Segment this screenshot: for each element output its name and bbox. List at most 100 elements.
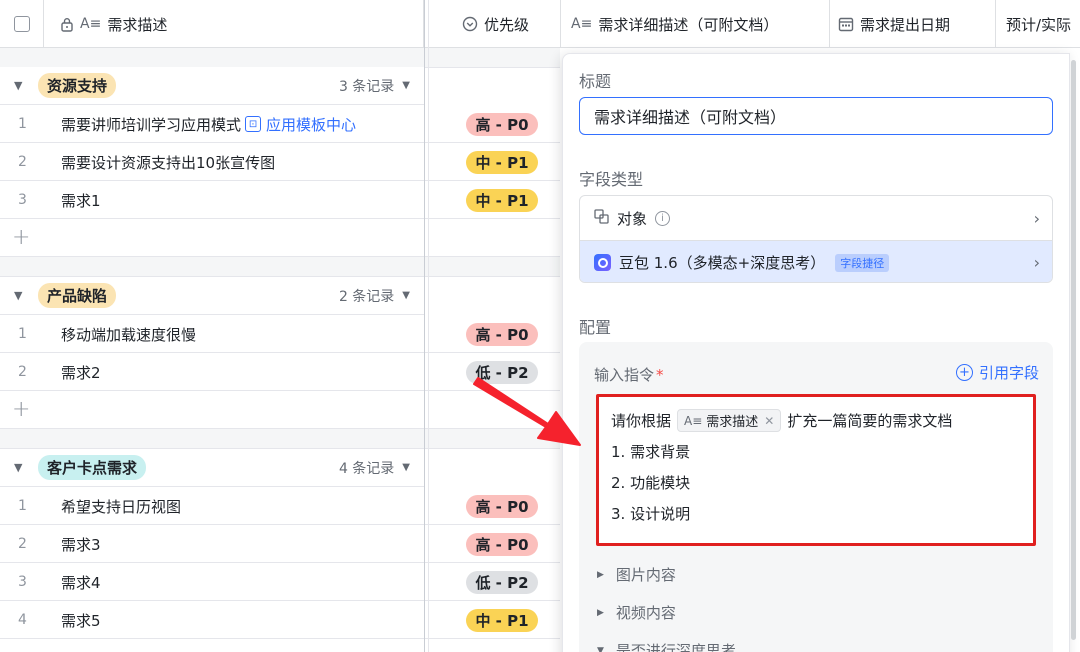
- group-header-resource[interactable]: ▼ 资源支持 3 条记录 ▼: [0, 67, 424, 105]
- instruction-input[interactable]: 请你根据 A≡ 需求描述 ✕ 扩充一篇简要的需求文档 1. 需求背景 2. 功能…: [596, 394, 1036, 546]
- priority-badge: 高 - P0: [466, 533, 538, 556]
- priority-badge: 高 - P0: [466, 495, 538, 518]
- field-type-object[interactable]: 对象 i ›: [580, 196, 1052, 240]
- caret-down-icon[interactable]: ▼: [14, 461, 22, 474]
- add-record-row[interactable]: +: [0, 219, 560, 257]
- table-row[interactable]: 3 需求1 中 - P1: [0, 181, 560, 219]
- row-number: 4: [18, 612, 27, 628]
- priority-badge: 中 - P1: [466, 609, 538, 632]
- row-desc: 需求2: [61, 363, 101, 382]
- field-type-selector: 对象 i › 豆包 1.6（多模态+深度思考） 字段捷径 ›: [579, 195, 1053, 283]
- caret-down-icon[interactable]: ▼: [14, 79, 22, 92]
- column-header-estimate-label: 预计/实际: [1006, 15, 1072, 34]
- chevron-right-icon: ›: [1033, 208, 1040, 228]
- column-header-date[interactable]: 需求提出日期: [830, 0, 996, 48]
- group-count-label: 4 条记录: [338, 460, 395, 477]
- field-title-input[interactable]: 需求详细描述（可附文档）: [579, 97, 1053, 135]
- table-row[interactable]: 1 希望支持日历视图 高 - P0: [0, 487, 560, 525]
- table-row[interactable]: 2 需要设计资源支持出10张宣传图 中 - P1: [0, 143, 560, 181]
- column-header-date-label: 需求提出日期: [860, 15, 951, 34]
- plus-icon[interactable]: +: [12, 225, 30, 250]
- column-header-desc[interactable]: A≡ 需求描述: [44, 0, 424, 48]
- calendar-icon: [838, 16, 854, 32]
- group-count[interactable]: 2 条记录 ▼: [339, 286, 410, 306]
- column-header-estimate[interactable]: 预计/实际: [996, 0, 1080, 48]
- field-type-ai-doubao[interactable]: 豆包 1.6（多模态+深度思考） 字段捷径 ›: [580, 240, 1052, 282]
- reference-field-button[interactable]: + 引用字段: [955, 362, 1039, 383]
- group-spacer: [0, 48, 560, 68]
- row-number: 1: [18, 498, 27, 514]
- column-header-detail[interactable]: A≡ 需求详细描述（可附文档）: [561, 0, 830, 48]
- group-count[interactable]: 3 条记录 ▼: [339, 76, 410, 96]
- dropdown-icon: ▼: [402, 462, 410, 473]
- row-desc: 需求1: [61, 191, 101, 210]
- caret-right-icon: ▶: [597, 607, 604, 618]
- row-desc: 移动端加载速度很慢: [61, 325, 197, 344]
- caret-down-icon: ▼: [597, 645, 604, 652]
- table-row[interactable]: 4 需求5 中 - P1: [0, 601, 560, 639]
- caret-down-icon[interactable]: ▼: [14, 289, 22, 302]
- dropdown-icon: ▼: [402, 80, 410, 91]
- table-row[interactable]: 1 需要讲师培训学习应用模式 ⊡ 应用模板中心 高 - P0: [0, 105, 560, 143]
- field-shortcut-tag: 字段捷径: [835, 253, 890, 272]
- dropdown-icon: ▼: [402, 290, 410, 301]
- add-record-row[interactable]: +: [0, 391, 560, 429]
- select-all-checkbox[interactable]: [13, 16, 30, 32]
- priority-badge: 高 - P0: [466, 323, 538, 346]
- text-field-icon: A≡: [571, 16, 593, 32]
- group-header-customer[interactable]: ▼ 客户卡点需求 4 条记录 ▼: [0, 449, 424, 487]
- row-desc: 需求5: [61, 611, 101, 630]
- remove-chip-icon[interactable]: ✕: [764, 414, 774, 428]
- image-content-toggle[interactable]: ▶ 图片内容: [597, 564, 676, 585]
- group-count[interactable]: 4 条记录 ▼: [339, 458, 410, 478]
- field-type-ai-label: 豆包 1.6（多模态+深度思考）: [619, 254, 826, 272]
- template-center-link[interactable]: ⊡ 应用模板中心: [245, 114, 356, 135]
- group-tag: 客户卡点需求: [38, 455, 147, 480]
- row-desc-text: 需要讲师培训学习应用模式: [61, 115, 242, 134]
- row-number: 1: [18, 326, 27, 342]
- video-content-label: 视频内容: [615, 604, 676, 622]
- row-desc: 希望支持日历视图: [61, 497, 182, 516]
- row-number: 2: [18, 536, 27, 552]
- field-title-value: 需求详细描述（可附文档）: [594, 108, 787, 127]
- priority-badge: 低 - P2: [466, 361, 538, 384]
- table-row[interactable]: 3 需求4 低 - P2: [0, 563, 560, 601]
- group-spacer: [0, 429, 560, 449]
- object-icon: [594, 208, 609, 228]
- plus-circle-icon: +: [955, 364, 973, 381]
- table-row[interactable]: 2 需求2 低 - P2: [0, 353, 560, 391]
- image-content-label: 图片内容: [615, 566, 676, 584]
- row-desc: 需要设计资源支持出10张宣传图: [61, 153, 276, 172]
- table-row[interactable]: 2 需求3 高 - P0: [0, 525, 560, 563]
- row-number: 2: [18, 154, 27, 170]
- app-link-icon: ⊡: [245, 116, 262, 132]
- row-desc: 需求3: [61, 535, 101, 554]
- single-select-icon: [462, 16, 478, 32]
- frozen-column-divider[interactable]: [424, 0, 425, 652]
- deep-think-toggle[interactable]: ▼ 是否进行深度思考: [597, 640, 736, 652]
- text-field-icon: A≡: [684, 413, 703, 428]
- info-icon[interactable]: i: [655, 210, 671, 226]
- column-divider: [428, 0, 429, 652]
- column-header-priority[interactable]: 优先级: [428, 0, 561, 48]
- group-spacer: [0, 257, 560, 277]
- row-number: 3: [18, 192, 27, 208]
- config-label: 配置: [579, 318, 612, 337]
- prompt-line: 2. 功能模块: [611, 474, 691, 492]
- group-header-defect[interactable]: ▼ 产品缺陷 2 条记录 ▼: [0, 277, 424, 315]
- group-count-label: 2 条记录: [338, 288, 395, 305]
- field-type-label: 字段类型: [579, 170, 644, 189]
- deep-think-label: 是否进行深度思考: [615, 642, 736, 652]
- plus-icon[interactable]: +: [12, 397, 30, 422]
- column-header-desc-label: 需求描述: [107, 15, 168, 34]
- caret-right-icon: ▶: [597, 569, 604, 580]
- priority-badge: 中 - P1: [466, 151, 538, 174]
- referenced-field-chip[interactable]: A≡ 需求描述 ✕: [677, 409, 782, 432]
- panel-scrollbar[interactable]: [1071, 60, 1076, 640]
- prompt-prefix: 请你根据: [611, 412, 672, 430]
- table-row[interactable]: 1 移动端加载速度很慢 高 - P0: [0, 315, 560, 353]
- video-content-toggle[interactable]: ▶ 视频内容: [597, 602, 676, 623]
- text-field-icon: A≡: [80, 16, 102, 32]
- row-number: 2: [18, 364, 27, 380]
- row-desc: 需求4: [61, 573, 101, 592]
